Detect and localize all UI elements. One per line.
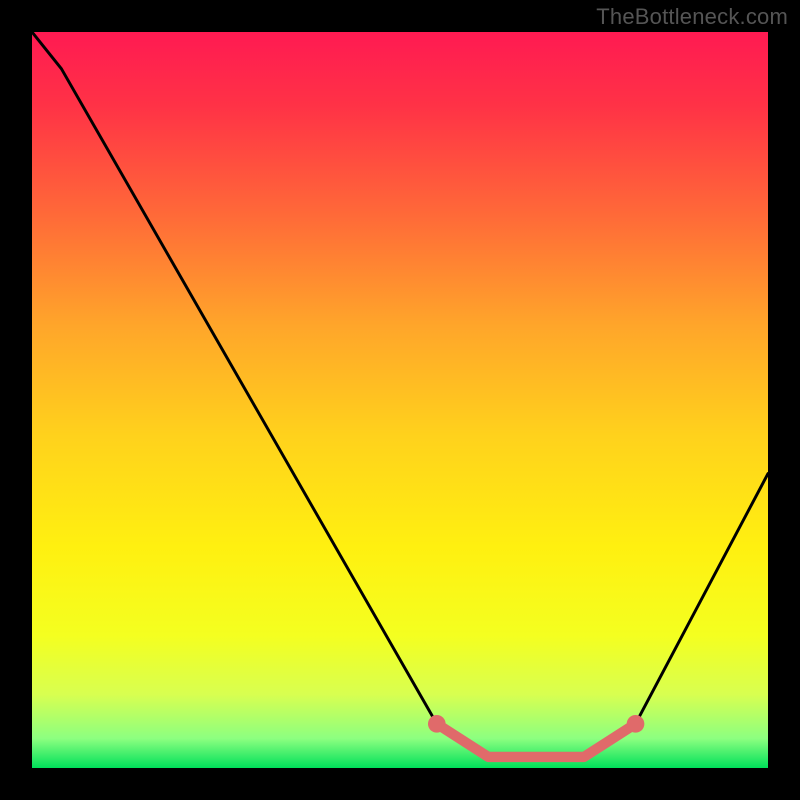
plot-area — [32, 32, 768, 768]
optimal-start-dot — [428, 715, 446, 733]
chart-svg — [32, 32, 768, 768]
optimal-end-dot — [627, 715, 645, 733]
watermark-label: TheBottleneck.com — [596, 4, 788, 30]
chart-container: TheBottleneck.com — [0, 0, 800, 800]
